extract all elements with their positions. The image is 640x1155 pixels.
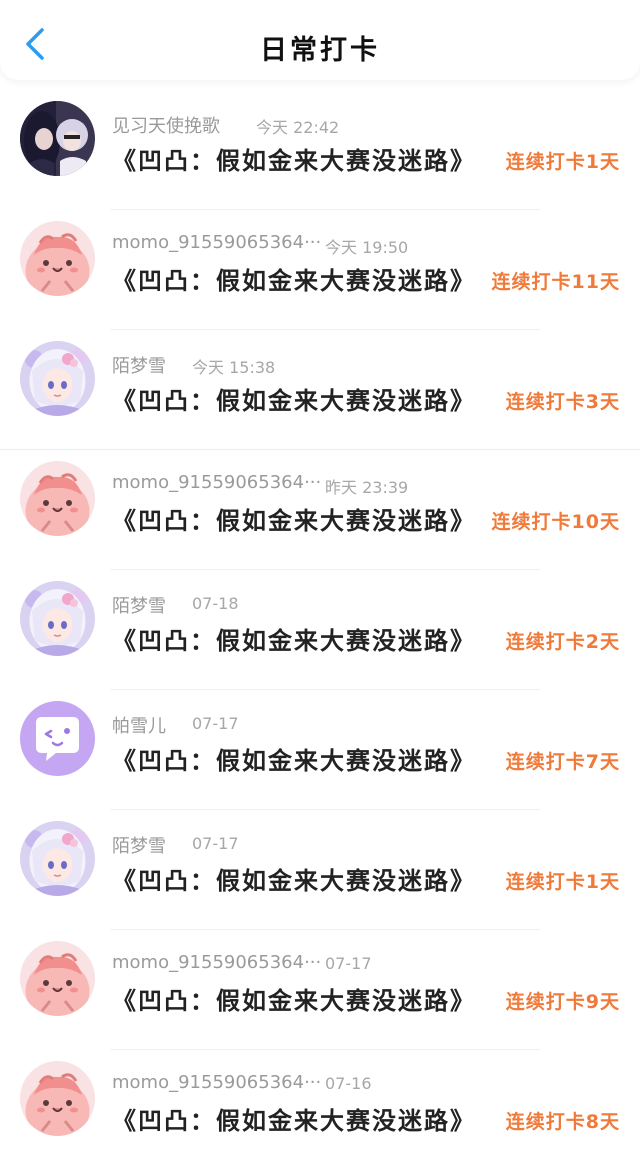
user-avatar[interactable] <box>20 341 95 416</box>
book-title[interactable]: 《凹凸：假如金来大赛没迷路》 <box>112 261 476 296</box>
user-name[interactable]: momo_91559065364··· <box>112 1072 321 1093</box>
checkin-time: 07-17 <box>325 954 372 973</box>
user-avatar[interactable] <box>20 581 95 656</box>
user-name[interactable]: 陌梦雪 <box>112 352 166 378</box>
checkin-item[interactable]: momo_91559065364··· 今天 19:50 《凹凸：假如金来大赛没迷路… <box>0 210 640 330</box>
checkin-time: 07-17 <box>192 714 239 733</box>
user-name[interactable]: 陌梦雪 <box>112 592 166 618</box>
checkin-item[interactable]: 陌梦雪 07-17 《凹凸：假如金来大赛没迷路》 连续打卡1天 <box>0 810 640 930</box>
streak-badge: 连续打卡2天 <box>505 631 620 653</box>
user-name[interactable]: momo_91559065364··· <box>112 232 321 253</box>
checkin-time: 昨天 23:39 <box>325 478 409 497</box>
checkin-item[interactable]: 陌梦雪 今天 15:38 《凹凸：假如金来大赛没迷路》 连续打卡3天 <box>0 330 640 450</box>
book-title[interactable]: 《凹凸：假如金来大赛没迷路》 <box>112 621 476 656</box>
checkin-item[interactable]: 见习天使挽歌 今天 22:42 《凹凸：假如金来大赛没迷路》 连续打卡1天 <box>0 90 640 210</box>
user-avatar[interactable] <box>20 221 95 296</box>
checkin-time: 07-17 <box>192 834 239 853</box>
checkin-item[interactable]: momo_91559065364··· 07-17 《凹凸：假如金来大赛没迷路》 连续… <box>0 930 640 1050</box>
user-avatar[interactable] <box>20 821 95 896</box>
user-name[interactable]: 陌梦雪 <box>112 832 166 858</box>
book-title[interactable]: 《凹凸：假如金来大赛没迷路》 <box>112 861 476 896</box>
checkin-list: 见习天使挽歌 今天 22:42 《凹凸：假如金来大赛没迷路》 连续打卡1天 momo_9… <box>0 90 640 1155</box>
checkin-item[interactable]: momo_91559065364··· 07-16 《凹凸：假如金来大赛没迷路》 连续… <box>0 1050 640 1155</box>
checkin-item[interactable]: 陌梦雪 07-18 《凹凸：假如金来大赛没迷路》 连续打卡2天 <box>0 570 640 690</box>
checkin-time: 今天 19:50 <box>325 238 409 257</box>
streak-badge: 连续打卡9天 <box>505 991 620 1013</box>
user-avatar[interactable] <box>20 461 95 536</box>
page-title: 日常打卡 <box>260 35 380 66</box>
book-title[interactable]: 《凹凸：假如金来大赛没迷路》 <box>112 981 476 1016</box>
streak-badge: 连续打卡1天 <box>505 151 620 173</box>
book-title[interactable]: 《凹凸：假如金来大赛没迷路》 <box>112 741 476 776</box>
streak-badge: 连续打卡7天 <box>505 751 620 773</box>
streak-badge: 连续打卡10天 <box>491 511 620 533</box>
user-avatar[interactable] <box>20 701 95 776</box>
user-name[interactable]: 帕雪儿 <box>112 712 166 738</box>
user-avatar[interactable] <box>20 941 95 1016</box>
streak-badge: 连续打卡3天 <box>505 391 620 413</box>
user-avatar[interactable] <box>20 1061 95 1136</box>
user-name[interactable]: momo_91559065364··· <box>112 472 321 493</box>
book-title[interactable]: 《凹凸：假如金来大赛没迷路》 <box>112 501 476 536</box>
checkin-time: 今天 22:42 <box>256 118 340 137</box>
top-bar: 日常打卡 <box>0 0 640 80</box>
book-title[interactable]: 《凹凸：假如金来大赛没迷路》 <box>112 1101 476 1136</box>
user-avatar[interactable] <box>20 101 95 176</box>
checkin-item[interactable]: momo_91559065364··· 昨天 23:39 《凹凸：假如金来大赛没迷路… <box>0 450 640 570</box>
streak-badge: 连续打卡11天 <box>491 271 620 293</box>
checkin-time: 07-18 <box>192 594 239 613</box>
user-name[interactable]: 见习天使挽歌 <box>112 112 220 138</box>
book-title[interactable]: 《凹凸：假如金来大赛没迷路》 <box>112 141 476 176</box>
checkin-time: 07-16 <box>325 1074 372 1093</box>
checkin-time: 今天 15:38 <box>192 358 276 377</box>
streak-badge: 连续打卡8天 <box>505 1111 620 1133</box>
streak-badge: 连续打卡1天 <box>505 871 620 893</box>
checkin-page: 日常打卡 见习天使挽歌 今天 22:42 《凹凸：假如金来大赛没迷路》 连续打卡1天 m… <box>0 0 640 1155</box>
book-title[interactable]: 《凹凸：假如金来大赛没迷路》 <box>112 381 476 416</box>
checkin-item[interactable]: 帕雪儿 07-17 《凹凸：假如金来大赛没迷路》 连续打卡7天 <box>0 690 640 810</box>
user-name[interactable]: momo_91559065364··· <box>112 952 321 973</box>
